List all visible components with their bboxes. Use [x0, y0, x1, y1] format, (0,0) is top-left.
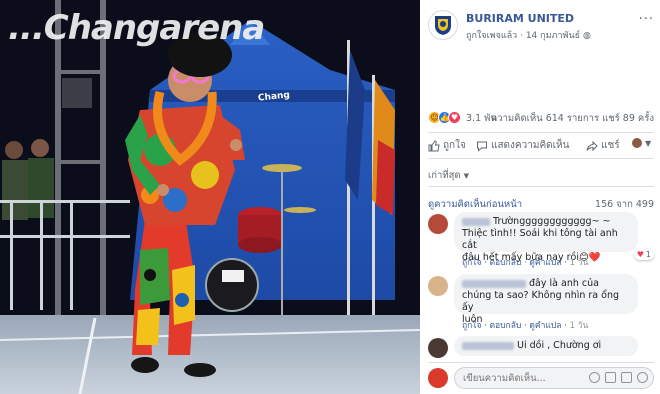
share-icon [586, 140, 598, 151]
comment-bubble: Trườngggggggggggg~ ~ Thiệc tình!! Soái k… [454, 212, 638, 263]
chevron-down-icon: ▼ [645, 138, 652, 148]
comment-line: đây là anh của [462, 278, 630, 290]
sort-label: เก่าที่สุด [428, 170, 461, 181]
comments-counter: 156 จาก 499 [595, 199, 654, 210]
camera-icon[interactable] [605, 372, 616, 383]
sticker-icon[interactable] [637, 372, 648, 383]
comment-like-count: 1 [645, 250, 651, 259]
comment-bubble: Ui dồi , Chường ơi [454, 336, 638, 356]
comment-label: แสดงความคิดเห็น [491, 140, 570, 151]
comment-icon [477, 141, 487, 152]
current-user-avatar[interactable] [428, 368, 448, 388]
blurred-name[interactable] [462, 279, 526, 288]
comment-line: chúng ta sao? Không nhìn ra ổng ấy [462, 290, 620, 313]
page-avatar[interactable] [428, 10, 458, 40]
post-side-panel: BURIRAM UNITED ถูกใจเพจแล้ว · 14 กุมภาพั… [420, 0, 660, 394]
emoji-icon[interactable] [589, 372, 600, 383]
love-reaction-icon: ♥ [636, 250, 644, 259]
share-button[interactable]: แชร์ [586, 138, 620, 153]
shares-count[interactable]: แชร์ 89 ครั้ง [602, 113, 654, 124]
reaction-icons[interactable]: ☺ 👍 ♥ [428, 111, 462, 124]
comment-actions: ถูกใจ · ตอบกลับ · ดูคำแปล · 1 วัน [462, 318, 588, 332]
post-actions: ถูกใจ แสดงความคิดเห็น แชร์ ▼ [428, 134, 654, 156]
post-stats: ☺ 👍 ♥ 3.1 พัน ความคิดเห็น 614 รายการ แชร… [428, 110, 654, 126]
previous-comments-row: ดูความคิดเห็นก่อนหน้า 156 จาก 499 [428, 197, 654, 212]
comment-bubble: đây là anh của chúng ta sao? Không nhìn … [454, 274, 638, 325]
photo-scene [0, 0, 420, 394]
divider [428, 186, 654, 187]
mini-avatar [632, 138, 642, 148]
share-label: แชร์ [601, 140, 620, 151]
comment-line: Trườngggggggggggg~ ~ [462, 216, 630, 228]
post-header: BURIRAM UNITED ถูกใจเพจแล้ว · 14 กุมภาพั… [428, 10, 654, 44]
comments-shares-count: ความคิดเห็น 614 รายการ แชร์ 89 ครั้ง [491, 111, 654, 126]
love-reaction-icon: ♥ [448, 111, 461, 124]
liked-status[interactable]: ถูกใจเพจแล้ว [466, 31, 517, 41]
view-previous-comments-link[interactable]: ดูความคิดเห็นก่อนหน้า [428, 199, 522, 210]
post-photo[interactable]: ...Changarena Chang [0, 0, 420, 394]
comment-text: Trường [493, 216, 526, 227]
audience-selector[interactable]: ▼ [632, 138, 651, 148]
comment-button[interactable]: แสดงความคิดเห็น [476, 138, 569, 153]
comment-time[interactable]: 1 วัน [570, 258, 589, 268]
blurred-name[interactable] [462, 217, 490, 226]
comment-item: Trườngggggggggggg~ ~ Thiệc tình!! Soái k… [428, 212, 654, 268]
globe-icon: ◍ [582, 31, 591, 41]
comment-text: ggggggggggg~ ~ [525, 216, 611, 227]
comment-text: Ui dồi , Chường ơi [517, 340, 602, 351]
commenter-avatar[interactable] [428, 338, 448, 358]
comment-text: đây là anh của [529, 278, 599, 289]
blurred-name[interactable] [462, 341, 514, 350]
comment-item: Ui dồi , Chường ơi [428, 336, 654, 360]
comment-actions: ถูกใจ · ตอบกลับ · ดูคำแปล · 1 วัน [462, 255, 588, 269]
comment-composer [428, 366, 654, 390]
post-meta: ถูกใจเพจแล้ว · 14 กุมภาพันธ์ ◍ [466, 28, 591, 42]
thumb-up-icon [428, 139, 440, 151]
commenter-avatar[interactable] [428, 276, 448, 296]
commenter-avatar[interactable] [428, 214, 448, 234]
comment-time[interactable]: 1 วัน [570, 321, 589, 331]
comment-sort-selector[interactable]: เก่าที่สุด ▼ [428, 168, 469, 183]
comment-line: Thiệc tình!! Soái khi tông tài anh cắt [462, 228, 618, 251]
banner-text: ...Changarena [8, 8, 265, 48]
comment-reaction-badge[interactable]: ♥ 1 [633, 249, 654, 260]
comment-item: đây là anh của chúng ta sao? Không nhìn … [428, 274, 654, 332]
comment-action-links[interactable]: ถูกใจ · ตอบกลับ · ดูคำแปล · [462, 258, 567, 268]
chevron-down-icon: ▼ [463, 172, 469, 180]
composer-icons [589, 372, 648, 383]
comments-count[interactable]: ความคิดเห็น 614 รายการ [491, 113, 599, 124]
divider [428, 132, 654, 133]
club-crest-icon [435, 16, 451, 35]
like-button[interactable]: ถูกใจ [428, 138, 466, 153]
more-options-button[interactable]: ··· [639, 12, 654, 27]
divider [428, 362, 654, 363]
page-name-link[interactable]: BURIRAM UNITED [466, 12, 574, 25]
divider [428, 158, 654, 159]
comment-line: Ui dồi , Chường ơi [462, 340, 630, 352]
post-date[interactable]: 14 กุมภาพันธ์ [526, 31, 580, 41]
gif-icon[interactable] [621, 372, 632, 383]
comment-action-links[interactable]: ถูกใจ · ตอบกลับ · ดูคำแปล · [462, 321, 567, 331]
like-label: ถูกใจ [443, 140, 466, 151]
